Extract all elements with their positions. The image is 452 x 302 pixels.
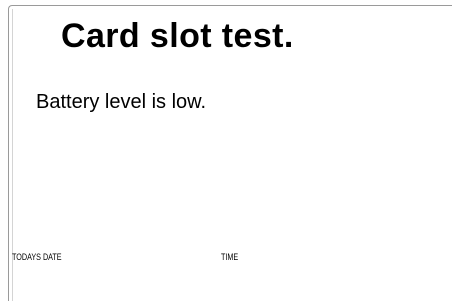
todays-date-label: TODAYS DATE	[12, 252, 62, 262]
battery-status-message: Battery level is low.	[36, 91, 207, 113]
page-title: Card slot test.	[61, 17, 294, 55]
time-label: TIME	[221, 252, 239, 262]
